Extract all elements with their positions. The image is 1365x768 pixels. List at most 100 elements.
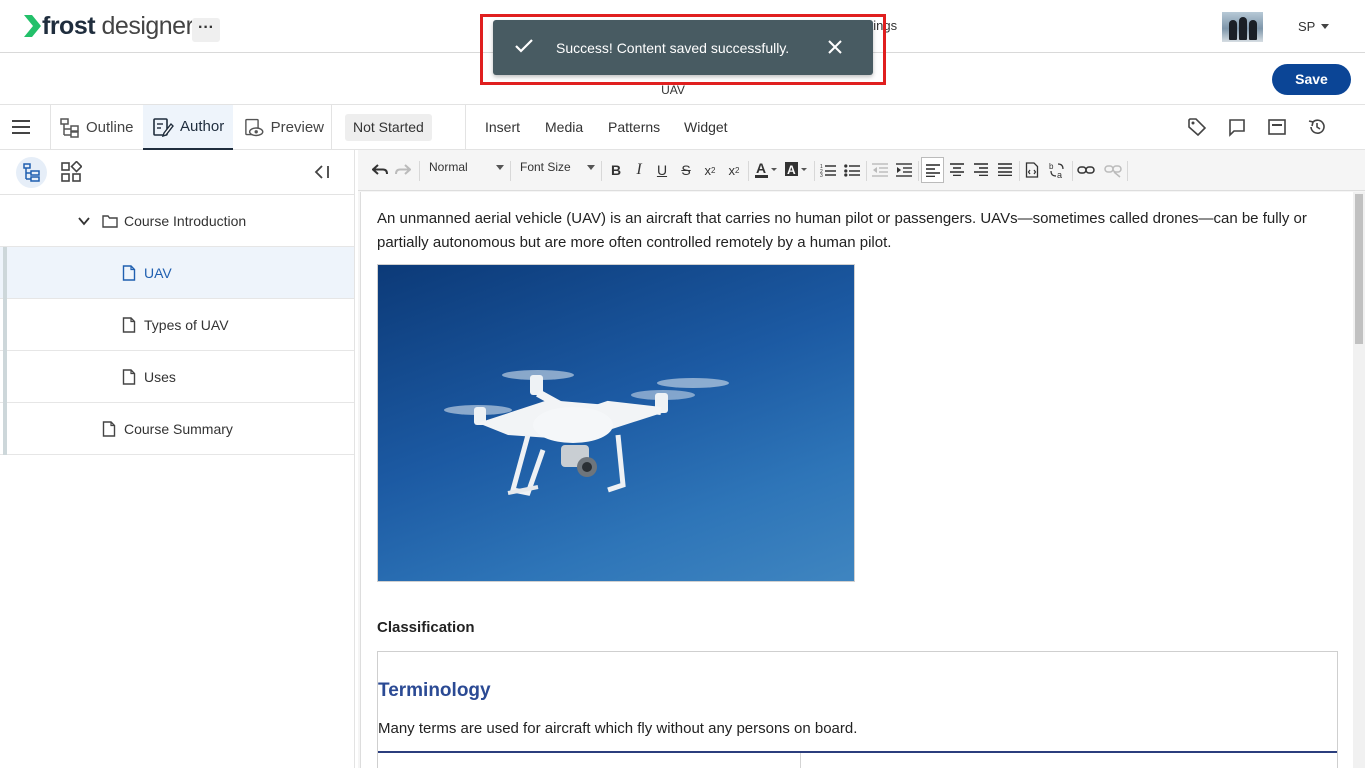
table-header-rule xyxy=(378,751,1337,753)
check-icon xyxy=(515,39,533,53)
mode-toolbar: Outline Author Preview Not Started Inser… xyxy=(0,105,1365,150)
svg-text:a: a xyxy=(1057,170,1062,180)
toast-message: Success! Content saved successfully. xyxy=(556,40,790,56)
outline-icon xyxy=(60,117,79,138)
tree-item-label: Course Introduction xyxy=(124,213,247,229)
redo-icon[interactable] xyxy=(395,160,411,180)
comment-icon[interactable] xyxy=(1227,117,1247,137)
author-icon xyxy=(153,117,174,137)
menu-widget[interactable]: Widget xyxy=(684,119,728,135)
bullet-list-icon[interactable] xyxy=(844,160,860,180)
tree-item-course-summary[interactable]: Course Summary xyxy=(0,403,354,455)
layout-icon[interactable] xyxy=(1267,117,1287,137)
chevron-down-icon xyxy=(496,164,504,170)
link-icon[interactable] xyxy=(1077,160,1095,180)
page-icon xyxy=(102,421,116,437)
app-logo[interactable]: frost designer xyxy=(22,12,194,40)
tab-preview-label: Preview xyxy=(270,119,324,136)
indent-bar xyxy=(3,299,7,351)
save-button[interactable]: Save xyxy=(1272,64,1351,95)
paragraph-style-select[interactable]: Normal xyxy=(429,160,504,174)
tree-view-icon xyxy=(23,163,40,182)
tree-item-uses[interactable]: Uses xyxy=(0,351,354,403)
terminology-title[interactable]: Terminology xyxy=(378,680,491,702)
chevron-down-icon xyxy=(1321,24,1330,29)
tab-outline-label: Outline xyxy=(86,119,134,136)
align-justify-icon[interactable] xyxy=(998,163,1012,176)
preview-icon xyxy=(245,118,264,136)
tree-item-label: UAV xyxy=(144,265,172,281)
unlink-icon[interactable] xyxy=(1104,160,1122,180)
status-badge[interactable]: Not Started xyxy=(345,114,432,141)
user-menu[interactable]: SP xyxy=(1298,19,1330,34)
underline-button[interactable]: U xyxy=(654,160,670,180)
menu-icon[interactable] xyxy=(12,120,30,134)
terminology-text[interactable]: Many terms are used for aircraft which f… xyxy=(378,720,857,737)
align-left-button[interactable] xyxy=(921,157,944,183)
chevron-down-icon[interactable] xyxy=(78,215,90,227)
font-size-value: Font Size xyxy=(520,160,571,174)
tree-view-button[interactable] xyxy=(16,157,47,188)
more-options-button[interactable]: ··· xyxy=(192,18,220,42)
tree-item-label: Types of UAV xyxy=(144,317,229,333)
svg-text:b: b xyxy=(1049,162,1054,171)
tree-item-uav[interactable]: UAV xyxy=(0,247,354,299)
align-center-icon[interactable] xyxy=(950,163,964,176)
drone-illustration xyxy=(444,370,729,496)
indent-bar xyxy=(3,403,7,455)
logo-chevron-icon xyxy=(24,15,41,37)
tree-item-label: Course Summary xyxy=(124,421,233,437)
menu-media[interactable]: Media xyxy=(545,119,583,135)
page-icon xyxy=(122,265,136,281)
tree-item-types-of-uav[interactable]: Types of UAV xyxy=(0,299,354,351)
indent-bar xyxy=(3,351,7,403)
history-icon[interactable] xyxy=(1307,117,1327,137)
tab-author[interactable]: Author xyxy=(143,105,233,150)
tab-preview[interactable]: Preview xyxy=(244,105,324,150)
folder-icon xyxy=(102,215,118,228)
align-left-icon xyxy=(926,164,940,177)
indent-bar xyxy=(3,247,7,299)
editor-scrollbar[interactable] xyxy=(1353,192,1365,768)
avatar[interactable] xyxy=(1222,12,1263,42)
drone-image[interactable] xyxy=(377,264,855,582)
svg-text:3: 3 xyxy=(820,173,823,179)
align-right-icon[interactable] xyxy=(974,163,988,176)
close-icon[interactable] xyxy=(827,39,843,55)
font-size-select[interactable]: Font Size xyxy=(520,160,595,174)
intro-paragraph[interactable]: An unmanned aerial vehicle (UAV) is an a… xyxy=(377,207,1341,255)
find-replace-icon[interactable]: b a xyxy=(1048,160,1066,180)
tree-item-course-introduction[interactable]: Course Introduction xyxy=(0,195,354,247)
collapse-panel-icon[interactable] xyxy=(313,164,331,180)
superscript-button[interactable]: x2 xyxy=(725,160,743,180)
grid-view-icon[interactable] xyxy=(60,161,82,183)
scrollbar-thumb[interactable] xyxy=(1355,194,1363,344)
chevron-down-icon xyxy=(587,164,595,170)
strikethrough-button[interactable]: S xyxy=(678,160,694,180)
font-color-icon[interactable]: A xyxy=(754,160,778,180)
page-icon xyxy=(122,369,136,385)
menu-insert[interactable]: Insert xyxy=(485,119,520,135)
highlight-color-icon[interactable]: A xyxy=(784,160,808,180)
tab-outline[interactable]: Outline xyxy=(60,105,142,150)
subscript-button[interactable]: x2 xyxy=(701,160,719,180)
table-column-divider xyxy=(800,753,801,768)
italic-button[interactable]: I xyxy=(631,160,647,180)
section-heading[interactable]: Classification xyxy=(377,619,475,636)
menu-patterns[interactable]: Patterns xyxy=(608,119,660,135)
logo-text: frost designer xyxy=(42,12,194,40)
tab-author-label: Author xyxy=(180,118,225,135)
bold-button[interactable]: B xyxy=(608,160,624,180)
svg-text:A: A xyxy=(756,160,766,176)
tag-icon[interactable] xyxy=(1187,117,1207,137)
outline-panel: Course Introduction UAV Types of UAV Use… xyxy=(0,150,355,768)
terminology-box[interactable]: Terminology Many terms are used for airc… xyxy=(377,651,1338,768)
numbered-list-icon[interactable]: 123 xyxy=(820,160,836,180)
paragraph-style-value: Normal xyxy=(429,160,468,174)
source-code-icon[interactable] xyxy=(1025,160,1039,180)
indent-icon[interactable] xyxy=(896,160,912,180)
outdent-icon[interactable] xyxy=(872,160,888,180)
document-body[interactable]: An unmanned aerial vehicle (UAV) is an a… xyxy=(360,192,1353,768)
content-editor: Normal Font Size B I U S x2 x2 A A 123 b… xyxy=(358,150,1365,768)
undo-icon[interactable] xyxy=(372,160,388,180)
